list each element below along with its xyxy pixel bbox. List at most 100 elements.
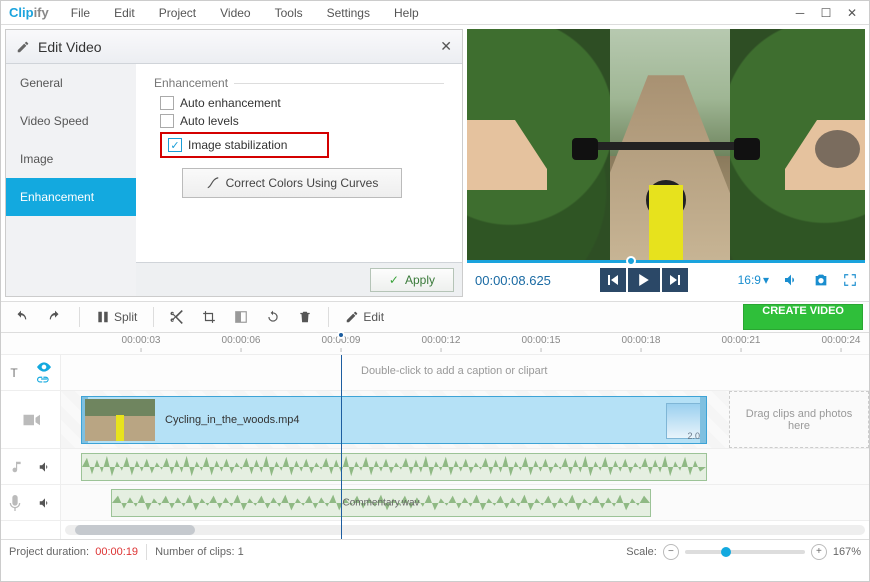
crop-button[interactable]: [196, 305, 222, 329]
timeline-toolbar: Split Edit CREATE VIDEO: [1, 301, 869, 333]
video-clip[interactable]: Cycling_in_the_woods.mp4 2.0: [81, 396, 707, 444]
ruler-tick: 00:00:24: [822, 335, 861, 346]
undo-button[interactable]: [7, 305, 35, 329]
next-frame-button[interactable]: [662, 268, 688, 292]
clip-thumbnail: [85, 399, 155, 441]
track-head-caption: T: [1, 355, 60, 391]
clip-count-label: Number of clips: 1: [155, 546, 244, 558]
fullscreen-icon[interactable]: [843, 273, 857, 287]
prev-frame-button[interactable]: [600, 268, 626, 292]
panel-close-icon[interactable]: ✕: [440, 38, 452, 55]
tab-video-speed[interactable]: Video Speed: [6, 102, 136, 140]
section-title: Enhancement: [154, 76, 228, 90]
scale-label: Scale:: [626, 546, 657, 558]
track-head-music: [1, 449, 60, 485]
correct-colors-button[interactable]: Correct Colors Using Curves: [182, 168, 402, 198]
status-bar: Project duration: 00:00:19 Number of cli…: [1, 539, 869, 563]
edit-video-panel: Edit Video ✕ General Video Speed Image E…: [5, 29, 463, 297]
menu-help[interactable]: Help: [384, 4, 429, 22]
split-button[interactable]: Split: [90, 305, 143, 329]
speaker-icon[interactable]: [38, 496, 52, 510]
aspect-ratio-selector[interactable]: 16:9 ▾: [738, 273, 769, 287]
playhead-knob[interactable]: [337, 331, 345, 339]
check-icon: ✓: [389, 273, 399, 287]
label-image-stabilization: Image stabilization: [188, 138, 287, 152]
time-ruler[interactable]: 00:00:03 00:00:06 00:00:09 00:00:12 00:0…: [61, 333, 869, 354]
ruler-tick: 00:00:12: [422, 335, 461, 346]
clip-trim-right[interactable]: [700, 397, 706, 443]
track-music[interactable]: [61, 449, 869, 485]
link-icon[interactable]: [37, 374, 51, 384]
music-clip[interactable]: [81, 453, 707, 481]
rotate-button[interactable]: [260, 305, 286, 329]
preview-pane: 00:00:08.625 16:9 ▾: [467, 29, 865, 297]
track-caption[interactable]: Double-click to add a caption or clipart: [61, 355, 869, 391]
track-head-voice: [1, 485, 60, 521]
apply-button[interactable]: ✓ Apply: [370, 268, 454, 292]
menu-bar: Clipify File Edit Project Video Tools Se…: [1, 1, 869, 25]
microphone-icon[interactable]: [9, 495, 21, 511]
zoom-in-button[interactable]: +: [811, 544, 827, 560]
zoom-out-button[interactable]: −: [663, 544, 679, 560]
app-logo: Clipify: [9, 5, 49, 20]
camcorder-icon[interactable]: [22, 413, 40, 427]
project-duration-label: Project duration: 00:00:19: [9, 546, 138, 558]
snapshot-icon[interactable]: [813, 272, 829, 288]
checkbox-auto-enhancement[interactable]: [160, 96, 174, 110]
menu-tools[interactable]: Tools: [265, 4, 313, 22]
adjust-button[interactable]: [228, 305, 254, 329]
caption-hint: Double-click to add a caption or clipart: [361, 365, 547, 377]
video-drop-hint[interactable]: Drag clips and photos here: [729, 391, 869, 448]
redo-button[interactable]: [41, 305, 69, 329]
highlight-image-stabilization: Image stabilization: [160, 132, 329, 158]
maximize-icon[interactable]: ☐: [817, 5, 835, 21]
transition-duration: 2.0: [687, 431, 700, 441]
label-auto-enhancement: Auto enhancement: [180, 96, 281, 110]
playhead-line[interactable]: [341, 355, 342, 539]
zoom-slider[interactable]: [685, 550, 805, 554]
preview-scrubber[interactable]: [467, 260, 865, 263]
voice-clip[interactable]: Commentary.wav: [111, 489, 651, 517]
play-button[interactable]: [628, 268, 660, 292]
tab-image[interactable]: Image: [6, 140, 136, 178]
cut-button[interactable]: [164, 305, 190, 329]
visibility-icon[interactable]: [37, 362, 51, 372]
ruler-tick: 00:00:03: [122, 335, 161, 346]
pencil-icon: [345, 310, 359, 324]
menu-settings[interactable]: Settings: [317, 4, 380, 22]
tab-general[interactable]: General: [6, 64, 136, 102]
timeline-scrollbar[interactable]: [61, 521, 869, 539]
timecode: 00:00:08.625: [475, 273, 551, 288]
music-icon[interactable]: [9, 460, 23, 474]
menu-project[interactable]: Project: [149, 4, 206, 22]
track-head-video: [1, 391, 60, 449]
chevron-down-icon: ▾: [763, 273, 769, 287]
preview-video[interactable]: [467, 29, 865, 260]
create-video-button[interactable]: CREATE VIDEO: [743, 304, 863, 330]
pencil-icon: [16, 40, 30, 54]
checkbox-image-stabilization[interactable]: [168, 138, 182, 152]
text-icon[interactable]: T: [10, 366, 17, 380]
timeline: 00:00:03 00:00:06 00:00:09 00:00:12 00:0…: [1, 333, 869, 539]
zoom-value: 167%: [833, 546, 861, 558]
split-icon: [96, 310, 110, 324]
menu-video[interactable]: Video: [210, 4, 260, 22]
minimize-icon[interactable]: ─: [791, 5, 809, 21]
checkbox-auto-levels[interactable]: [160, 114, 174, 128]
ruler-tick: 00:00:15: [522, 335, 561, 346]
clip-name: Cycling_in_the_woods.mp4: [165, 414, 300, 426]
panel-title: Edit Video: [38, 39, 102, 55]
menu-file[interactable]: File: [61, 4, 100, 22]
menu-edit[interactable]: Edit: [104, 4, 145, 22]
close-icon[interactable]: ✕: [843, 5, 861, 21]
delete-button[interactable]: [292, 305, 318, 329]
ruler-tick: 00:00:18: [622, 335, 661, 346]
edit-button[interactable]: Edit: [339, 305, 390, 329]
track-video[interactable]: Cycling_in_the_woods.mp4 2.0 Drag clips …: [61, 391, 869, 449]
curves-icon: [206, 176, 220, 190]
label-auto-levels: Auto levels: [180, 114, 239, 128]
tab-enhancement[interactable]: Enhancement: [6, 178, 136, 216]
volume-icon[interactable]: [783, 272, 799, 288]
track-voice[interactable]: Commentary.wav: [61, 485, 869, 521]
speaker-icon[interactable]: [38, 460, 52, 474]
